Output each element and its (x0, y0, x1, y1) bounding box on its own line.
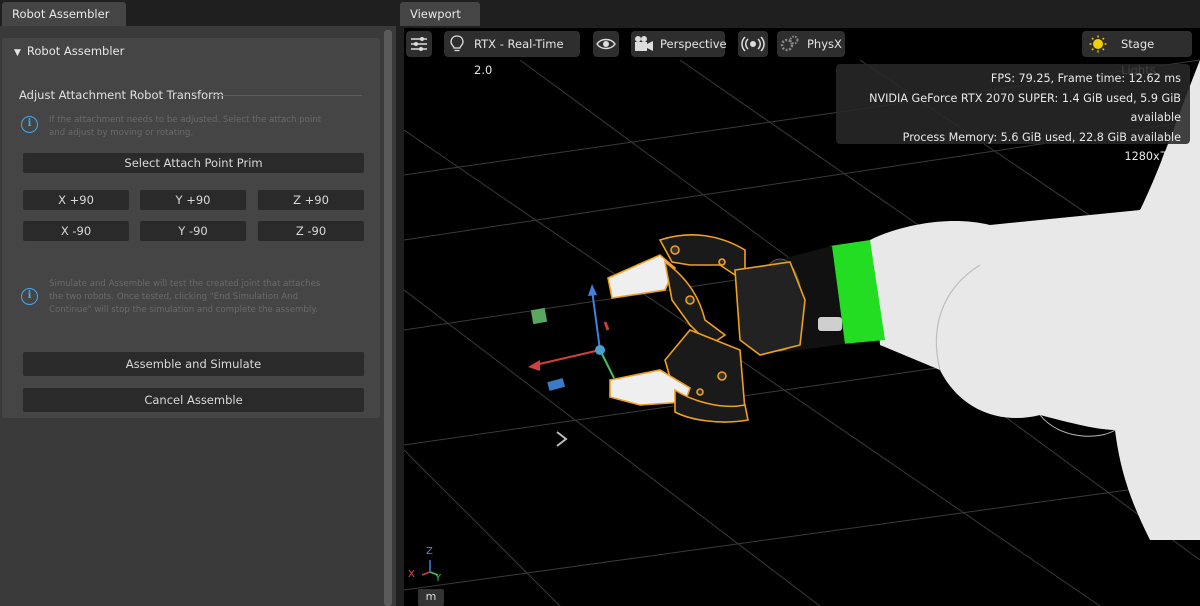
simulate-info-line: Simulate and Assemble will test the crea… (49, 279, 321, 289)
adjust-info-text: If the attachment needs to be adjusted. … (49, 114, 321, 140)
section-header-label: Robot Assembler (26, 44, 125, 58)
info-icon: i (21, 116, 38, 133)
select-attach-point-button[interactable]: Select Attach Point Prim (23, 153, 364, 173)
stage-lights-sun-icon (1089, 35, 1107, 53)
camera-label: Perspective (660, 37, 727, 51)
settings-sliders-icon (411, 37, 427, 51)
adjust-info-line: and adjust by moving or rotating. (49, 128, 194, 138)
visibility-button[interactable] (593, 31, 619, 57)
adjust-transform-title: Adjust Attachment Robot Transform (19, 88, 224, 102)
panel-scrollbar[interactable] (384, 30, 392, 606)
section-divider (212, 95, 362, 96)
simulate-info-line: the two robots. Once tested, clicking "E… (49, 292, 299, 302)
rotate-x-plus-90-button[interactable]: X +90 (23, 190, 129, 210)
simulate-info-line: Continue" will stop the simulation and c… (49, 305, 318, 315)
viewport-settings-button[interactable] (406, 31, 432, 57)
physx-label: PhysX (807, 37, 842, 51)
rotate-y-minus-90-button[interactable]: Y -90 (140, 221, 246, 241)
physx-button[interactable]: PhysX (777, 31, 845, 57)
camera-dropdown[interactable]: Perspective (631, 31, 727, 57)
units-button[interactable]: m (418, 589, 444, 606)
axis-label-x: X (408, 569, 415, 580)
axis-label-y: Y (435, 573, 442, 584)
rotate-x-minus-90-button[interactable]: X -90 (23, 221, 129, 241)
stage-lights-dropdown[interactable]: Stage Lights (1082, 31, 1192, 77)
fps-readout: FPS: 79.25, Frame time: 12.62 ms (990, 72, 1181, 85)
rotate-y-plus-90-button[interactable]: Y +90 (140, 190, 246, 210)
collapse-triangle-icon[interactable]: ▼ (14, 48, 21, 58)
broadcast-icon (741, 36, 765, 52)
adjust-info-line: If the attachment needs to be adjusted. … (49, 115, 322, 125)
assemble-and-simulate-button[interactable]: Assemble and Simulate (23, 352, 364, 376)
panel-tab-strip: Robot Assembler (0, 0, 396, 26)
lightbulb-icon (450, 35, 464, 52)
broadcast-button[interactable] (738, 31, 768, 57)
tab-robot-assembler[interactable]: Robot Assembler (2, 2, 126, 26)
viewport-tab-strip: Viewport (398, 0, 1200, 26)
robot-assembler-panel: Robot Assembler ▼ Robot Assembler Adjust … (0, 0, 396, 606)
cancel-assemble-button[interactable]: Cancel Assemble (23, 388, 364, 412)
rotate-z-plus-90-button[interactable]: Z +90 (258, 190, 364, 210)
physx-gear-icon (780, 35, 799, 52)
eye-icon (596, 38, 616, 50)
info-icon: i (21, 288, 38, 305)
tab-viewport[interactable]: Viewport (400, 2, 480, 26)
chevron-right-icon[interactable] (556, 431, 568, 447)
axis-label-z: Z (426, 546, 433, 557)
camera-icon (635, 36, 653, 51)
process-memory-readout: Process Memory: 5.6 GiB used, 22.8 GiB a… (902, 130, 1181, 144)
rotate-z-minus-90-button[interactable]: Z -90 (258, 221, 364, 241)
renderer-label: RTX - Real-Time 2.0 (474, 37, 564, 77)
renderer-dropdown[interactable]: RTX - Real-Time 2.0 (444, 31, 580, 77)
performance-stats-overlay: FPS: 79.25, Frame time: 12.62 ms NVIDIA … (836, 64, 1190, 163)
gpu-memory-readout: NVIDIA GeForce RTX 2070 SUPER: 1.4 GiB u… (869, 91, 1181, 125)
robot-assembler-collapse-header[interactable]: ▼ Robot Assembler (14, 44, 124, 58)
resolution-readout: 1280x720 (1124, 150, 1181, 163)
simulate-info-text: Simulate and Assemble will test the crea… (49, 278, 320, 317)
